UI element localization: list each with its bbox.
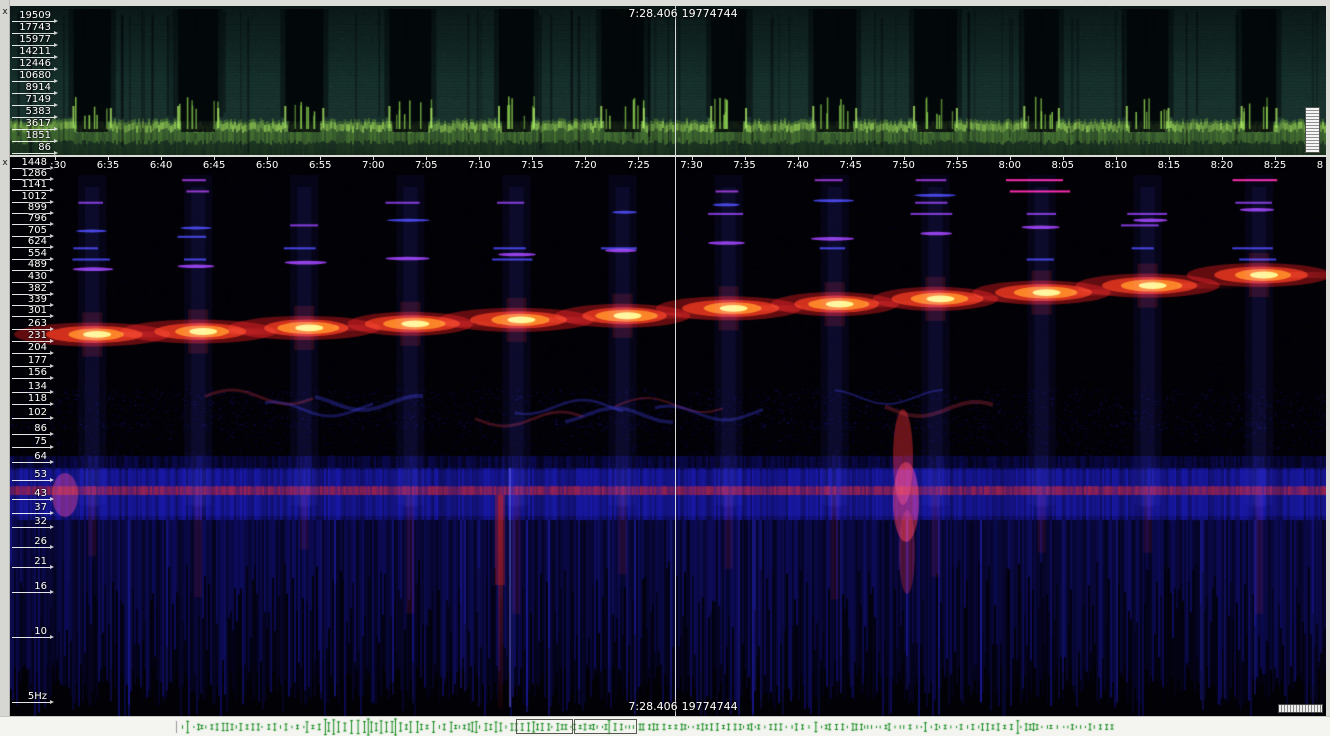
playhead-line-overview[interactable] bbox=[675, 6, 676, 155]
time-tick-mark bbox=[532, 157, 533, 160]
time-tick-mark bbox=[1222, 157, 1223, 160]
waveform-canvas[interactable] bbox=[0, 717, 1330, 736]
time-tick-mark bbox=[745, 157, 746, 160]
selection-box-right[interactable] bbox=[574, 719, 637, 734]
time-tick-mark bbox=[214, 157, 215, 160]
time-tick-mark bbox=[108, 157, 109, 160]
left-gutter bbox=[0, 0, 10, 716]
selection-box-left[interactable] bbox=[516, 719, 573, 734]
time-tick-mark bbox=[798, 157, 799, 160]
time-tick-mark bbox=[55, 157, 56, 160]
waveform-overview-strip bbox=[0, 716, 1330, 736]
cursor-time: 7:28.406 bbox=[628, 700, 677, 713]
time-tick-mark bbox=[320, 157, 321, 160]
time-tick-mark bbox=[638, 157, 639, 160]
time-tick-mark bbox=[851, 157, 852, 160]
overview-zoom-slider[interactable] bbox=[1305, 107, 1320, 153]
overview-spectrogram-panel: 1950917743159771421112446106808914714953… bbox=[10, 6, 1326, 155]
time-tick-mark bbox=[373, 157, 374, 160]
time-tick-mark bbox=[1010, 157, 1011, 160]
app-window: x x 195091774315977142111244610680891471… bbox=[0, 0, 1330, 736]
time-tick-mark bbox=[957, 157, 958, 160]
main-spectrogram-canvas[interactable] bbox=[10, 157, 1326, 716]
time-tick-mark bbox=[585, 157, 586, 160]
time-tick-mark bbox=[692, 157, 693, 160]
main-zoom-slider[interactable] bbox=[1278, 704, 1323, 713]
time-tick-mark bbox=[426, 157, 427, 160]
overview-spectrogram-canvas[interactable] bbox=[10, 6, 1326, 155]
close-top-panel-button[interactable]: x bbox=[0, 7, 10, 18]
main-spectrogram-panel: 6:306:356:406:456:506:557:007:057:107:15… bbox=[10, 157, 1326, 716]
time-tick-mark bbox=[1169, 157, 1170, 160]
time-tick-mark bbox=[161, 157, 162, 160]
time-tick-mark bbox=[479, 157, 480, 160]
time-tick-mark bbox=[904, 157, 905, 160]
cursor-sample: 19774744 bbox=[682, 7, 738, 20]
cursor-readout-main: 7:28.406 19774744 bbox=[628, 700, 741, 713]
playhead-line-main[interactable] bbox=[675, 157, 676, 716]
time-tick-mark bbox=[1275, 157, 1276, 160]
cursor-time: 7:28.406 bbox=[628, 7, 677, 20]
cursor-sample: 19774744 bbox=[682, 700, 738, 713]
cursor-readout-overview: 7:28.406 19774744 bbox=[628, 7, 741, 20]
time-tick-mark bbox=[1063, 157, 1064, 160]
time-tick-mark bbox=[267, 157, 268, 160]
close-main-panel-button[interactable]: x bbox=[0, 158, 10, 169]
time-tick-mark bbox=[1116, 157, 1117, 160]
